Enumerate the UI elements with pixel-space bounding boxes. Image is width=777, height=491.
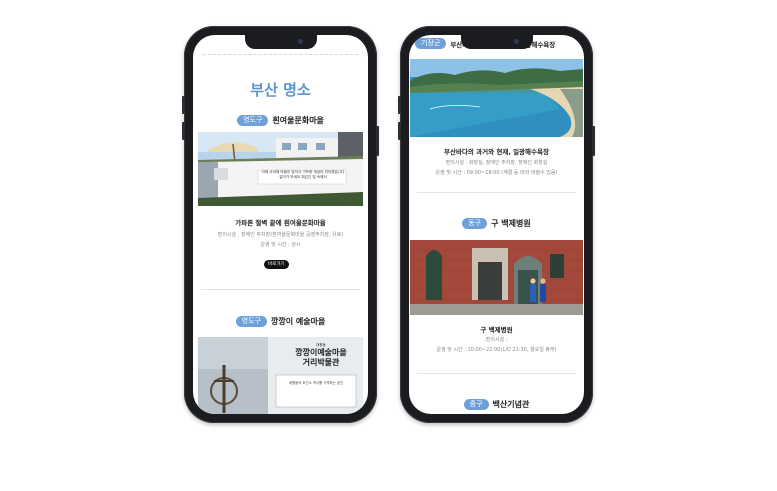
spot-name: 구 백제병원 xyxy=(491,219,531,228)
section-divider xyxy=(417,192,576,193)
spot-caption: 부산바다의 과거와 현재, 일광해수욕장 xyxy=(444,148,549,156)
volume-up-button xyxy=(182,96,185,114)
museum-sign: 대평동 깡깡이예술마을 거리박물관 xyxy=(282,343,360,368)
power-button xyxy=(592,126,595,156)
spot-info-facilities: 편의시설 : 화장실, 장애인 주차장, 장애인 화장실 xyxy=(445,160,548,166)
region-badge[interactable]: 중구 xyxy=(463,399,489,410)
museum-sign-line-1: 깡깡이예술마을 xyxy=(295,348,347,357)
museum-sign-line-2: 거리박물관 xyxy=(302,358,340,367)
notch xyxy=(244,35,317,49)
volume-down-button xyxy=(182,122,185,140)
spot-name: 백산기념관 xyxy=(492,400,530,409)
section-divider xyxy=(201,289,360,290)
spot-photo-baekje[interactable] xyxy=(410,240,583,315)
spot-info-facilities: 편의시설 : 장애인 주차장(흰여울문화마을 공영주차장, 유료) xyxy=(217,232,344,238)
spot-header: 영도구 흰여울문화마을 xyxy=(193,115,368,126)
power-button xyxy=(376,126,379,156)
beach-photo xyxy=(410,59,583,137)
spot-name: 깡깡이 예술마을 xyxy=(271,317,326,326)
header-divider xyxy=(203,54,358,55)
spot-info-hours: 운영 및 시간 : 09:00~18:00 (계절 등 따라 바뀔수 있음) xyxy=(435,170,558,176)
region-badge[interactable]: 영도구 xyxy=(235,316,267,327)
more-button[interactable]: 바로가기 xyxy=(264,260,289,269)
volume-down-button xyxy=(398,122,401,140)
spot-name: 흰여울문화마을 xyxy=(272,116,324,125)
museum-plaque: 대평동의 조선소 역사를 기억하는 공간 xyxy=(288,381,344,385)
notch xyxy=(460,35,533,49)
section-divider xyxy=(417,373,576,374)
screen-right: 기장군 부산바다의 과거와 현재, 일광해수욕장 부산바다의 과거와 현재, 일… xyxy=(409,35,584,414)
village-photo xyxy=(198,132,363,206)
page-title: 부산 명소 xyxy=(250,81,311,99)
photo-inscription-line-2: 걸어가 보세요 휘감긴 빛 속에서 xyxy=(279,175,327,179)
spot-caption: 구 백제병원 xyxy=(480,326,513,334)
phone-mockup-left: 부산 명소 영도구 흰여울문화마을 이제 사이에 마음이 닿아서 가득한 세상이… xyxy=(182,26,379,423)
spot-photo-ilgwang[interactable] xyxy=(410,59,583,137)
volume-up-button xyxy=(398,96,401,114)
spot-header: 영도구 깡깡이 예술마을 xyxy=(193,316,368,327)
spot-info-hours: 운영 및 시간 : 상시 xyxy=(260,242,301,248)
spot-header: 중구 백산기념관 xyxy=(409,399,584,410)
screen-left: 부산 명소 영도구 흰여울문화마을 이제 사이에 마음이 닿아서 가득한 세상이… xyxy=(193,35,368,414)
region-badge[interactable]: 영도구 xyxy=(237,115,269,126)
camera-icon xyxy=(297,39,303,44)
spot-info-facilities: 편의시설 : xyxy=(485,337,508,343)
phone-mockup-right: 기장군 부산바다의 과거와 현재, 일광해수욕장 부산바다의 과거와 현재, 일… xyxy=(398,26,595,423)
spot-info-hours: 운영 및 시간 : 10:00~22:00(L/O 21:30, 월요일 휴무) xyxy=(436,347,557,353)
hospital-photo xyxy=(410,240,583,315)
spot-caption: 가파른 절벽 끝에 흰여울문화마을 xyxy=(235,219,326,227)
region-badge[interactable]: 기장군 xyxy=(415,38,447,49)
spot-photo-huinnyeoul[interactable]: 이제 사이에 마음이 닿아서 가득한 세상이 이어졌습니다 걸어가 보세요 휘감… xyxy=(198,132,363,206)
spot-photo-kkangkkangi[interactable]: 대평동 깡깡이예술마을 거리박물관 대평동의 조선소 역사를 기억하는 공간 xyxy=(198,337,363,414)
spot-header: 동구 구 백제병원 xyxy=(409,218,584,229)
region-badge[interactable]: 동구 xyxy=(462,218,488,229)
photo-inscription: 이제 사이에 마음이 닿아서 가득한 세상이 이어졌습니다 걸어가 보세요 휘감… xyxy=(260,170,346,180)
camera-icon xyxy=(513,39,519,44)
